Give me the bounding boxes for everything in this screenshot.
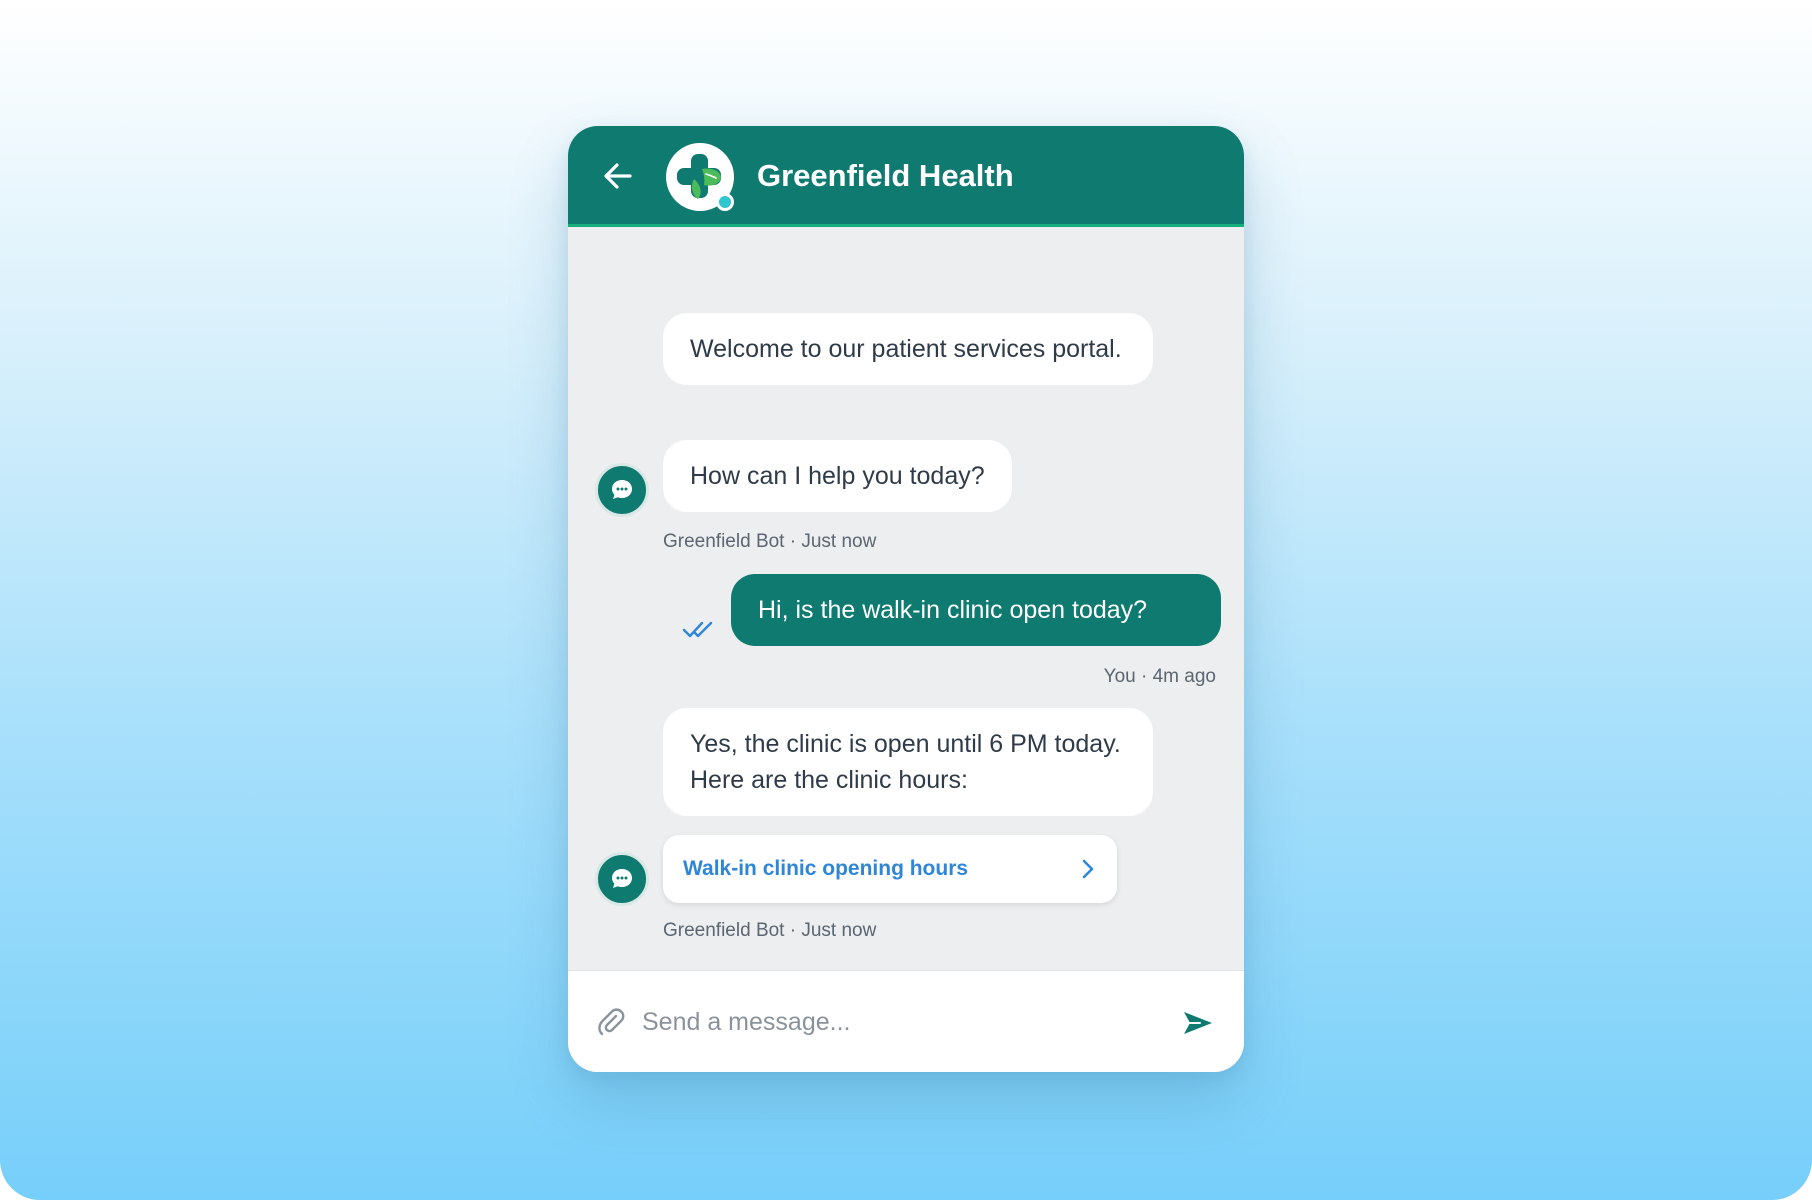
clinic-hours-link[interactable]: Walk-in clinic opening hours — [663, 835, 1117, 903]
online-status-dot — [716, 193, 734, 211]
bot-avatar — [595, 463, 649, 517]
arrow-left-icon — [604, 163, 632, 189]
chat-header: Greenfield Health — [568, 126, 1244, 227]
message-meta: Greenfield Bot · Just now — [663, 531, 877, 552]
attach-button[interactable] — [594, 1005, 628, 1039]
bot-message-bubble: How can I help you today? — [663, 440, 1012, 512]
chevron-right-icon — [1082, 859, 1094, 879]
user-message-bubble: Hi, is the walk-in clinic open today? — [731, 574, 1221, 646]
link-label: Walk-in clinic opening hours — [683, 857, 969, 880]
brand-logo — [666, 143, 734, 211]
double-check-icon — [682, 621, 713, 638]
message-composer — [568, 970, 1244, 1072]
send-button[interactable] — [1180, 1005, 1216, 1041]
bot-message-bubble: Yes, the clinic is open until 6 PM today… — [663, 708, 1153, 816]
message-meta: You · 4m ago — [1103, 666, 1216, 687]
message-input[interactable] — [642, 998, 1162, 1046]
chat-widget: Greenfield Health Welcome to our patient… — [568, 126, 1244, 1072]
chat-title: Greenfield Health — [757, 158, 1014, 193]
chat-bubble-icon — [612, 480, 632, 499]
send-icon — [1184, 1012, 1212, 1034]
back-button[interactable] — [598, 156, 638, 196]
bot-message-bubble: Welcome to our patient services portal. — [663, 313, 1153, 385]
bot-avatar — [595, 852, 649, 906]
paperclip-icon — [598, 1008, 625, 1036]
message-meta: Greenfield Bot · Just now — [663, 920, 877, 941]
chat-bubble-icon — [612, 869, 632, 888]
